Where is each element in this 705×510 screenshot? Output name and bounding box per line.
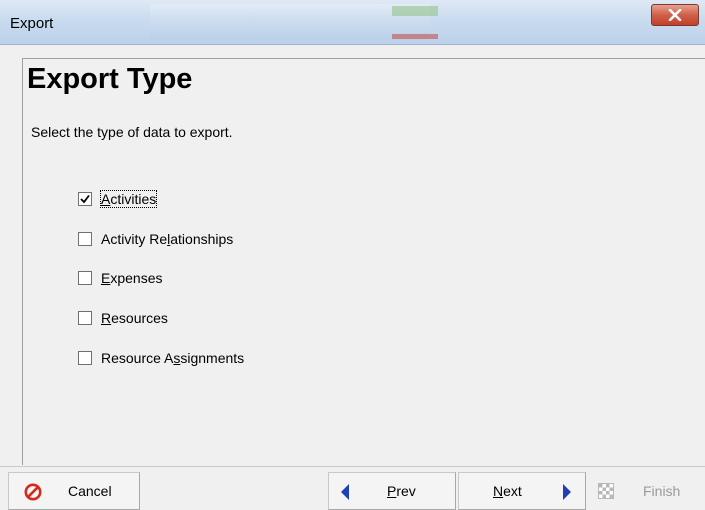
checkbox-box[interactable] (78, 311, 92, 325)
page-description: Select the type of data to export. (31, 124, 233, 140)
checkbox-label: Resources (101, 310, 168, 326)
checkbox-box[interactable] (78, 351, 92, 365)
no-entry-icon (24, 483, 42, 504)
checkbox-resources[interactable]: Resources (78, 309, 168, 327)
finish-button[interactable]: Finish (590, 472, 703, 510)
checkbox-box[interactable] (78, 192, 92, 206)
checkbox-label: Activity Relationships (101, 231, 234, 247)
window-title: Export (10, 15, 54, 32)
checkbox-label: Activities (99, 190, 158, 208)
arrow-right-icon (561, 483, 573, 504)
checkbox-activity-relationships[interactable]: Activity Relationships (78, 230, 233, 248)
checkbox-box[interactable] (78, 232, 92, 246)
checkbox-resource-assignments[interactable]: Resource Assignments (78, 349, 244, 367)
prev-button[interactable]: Prev (328, 472, 456, 510)
next-button[interactable]: Next (458, 472, 586, 510)
button-bar: Cancel Prev Next Finish (0, 466, 705, 510)
export-type-panel: Export Type Select the type of data to e… (22, 58, 705, 465)
background-ghost-green (392, 6, 438, 16)
checkmark-icon (80, 194, 90, 204)
prev-label: Prev (387, 483, 416, 499)
title-bar: Export (0, 0, 705, 45)
cancel-label: Cancel (68, 483, 112, 499)
close-icon (668, 9, 682, 21)
export-dialog: Export Export Type Select the type of da… (0, 0, 705, 510)
checkbox-label: Expenses (101, 270, 163, 286)
checkbox-label: Resource Assignments (101, 350, 245, 366)
page-title: Export Type (27, 63, 193, 95)
checkbox-box[interactable] (78, 271, 92, 285)
finish-label: Finish (643, 483, 681, 499)
checkbox-activities[interactable]: Activities (78, 190, 158, 208)
arrow-left-icon (339, 483, 351, 504)
cancel-button[interactable]: Cancel (8, 472, 140, 510)
checkbox-expenses[interactable]: Expenses (78, 269, 163, 287)
next-label: Next (493, 483, 522, 499)
background-window-ghost (150, 4, 430, 40)
close-button[interactable] (651, 4, 699, 26)
checkered-flag-icon (598, 483, 614, 502)
background-ghost-red (392, 34, 438, 39)
